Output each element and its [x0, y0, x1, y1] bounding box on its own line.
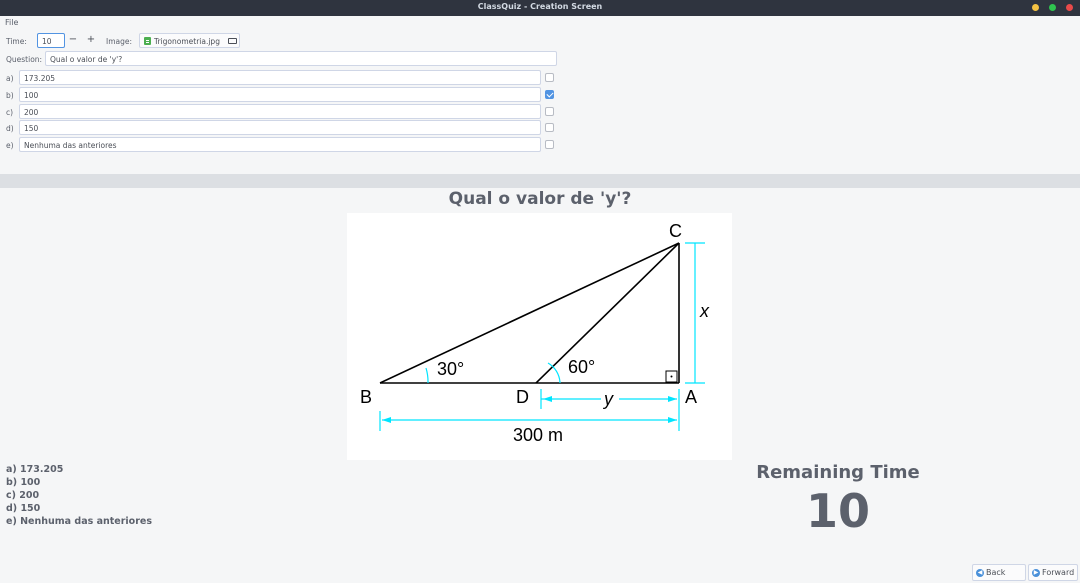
base-arrow-right: [668, 417, 677, 423]
answer-b: b) 100: [6, 477, 41, 488]
option-b-letter: b): [6, 91, 14, 100]
forward-button-label: Forward: [1042, 568, 1075, 577]
close-button[interactable]: [1066, 4, 1073, 11]
question-input[interactable]: Qual o valor de 'y'?: [45, 51, 557, 66]
vertex-b-label: B: [360, 387, 372, 407]
remaining-time-label: Remaining Time: [756, 462, 920, 483]
angle-b-label: 30°: [437, 359, 464, 379]
forward-button[interactable]: ▶ Forward: [1028, 564, 1078, 581]
answer-d: d) 150: [6, 503, 41, 514]
side-x-label: x: [699, 301, 710, 321]
option-b-checkbox[interactable]: [545, 90, 554, 99]
option-a-letter: a): [6, 74, 14, 83]
side-dc: [535, 242, 680, 384]
option-c-checkbox[interactable]: [545, 107, 554, 116]
preview-question-title: Qual o valor de 'y'?: [448, 189, 632, 209]
angle-d-label: 60°: [568, 357, 595, 377]
back-arrow-icon: ◀: [976, 569, 984, 577]
option-a-checkbox[interactable]: [545, 73, 554, 82]
window-title: ClassQuiz - Creation Screen: [477, 2, 603, 11]
forward-arrow-icon: ▶: [1032, 569, 1040, 577]
answers-list: a) 173.205 b) 100 c) 200 d) 150 e) Nenhu…: [6, 463, 152, 528]
remaining-time-value: 10: [805, 484, 870, 538]
trigonometry-diagram: C B D A 30° 60° x y 300 m: [360, 221, 710, 445]
option-c-input[interactable]: 200: [19, 104, 541, 119]
image-label: Image:: [106, 37, 133, 46]
image-file-icon: [144, 37, 151, 45]
time-increment-button[interactable]: +: [84, 33, 98, 48]
right-angle-dot: [670, 375, 673, 378]
question-label: Question:: [6, 55, 43, 64]
folder-open-icon: [228, 38, 237, 44]
base-length-label: 300 m: [513, 425, 563, 445]
option-d-letter: d): [6, 124, 14, 133]
vertex-d-label: D: [516, 387, 529, 407]
answer-e: e) Nenhuma das anteriores: [6, 516, 152, 527]
option-e-checkbox[interactable]: [545, 140, 554, 149]
y-arrow-left: [543, 396, 552, 402]
option-e-letter: e): [6, 141, 14, 150]
option-d-checkbox[interactable]: [545, 123, 554, 132]
menu-bar: File: [0, 16, 1080, 30]
minimize-button[interactable]: [1032, 4, 1039, 11]
side-bc: [379, 242, 680, 384]
time-label: Time:: [6, 37, 27, 46]
image-file-name: Trigonometria.jpg: [154, 37, 220, 46]
vertex-c-label: C: [669, 221, 682, 241]
panel-splitter[interactable]: [0, 174, 1080, 188]
back-button-label: Back: [986, 568, 1006, 577]
time-decrement-button[interactable]: −: [66, 33, 80, 48]
option-a-input[interactable]: 173.205: [19, 70, 541, 85]
answer-a: a) 173.205: [6, 464, 64, 475]
option-c-letter: c): [6, 108, 14, 117]
y-arrow-right: [668, 396, 677, 402]
option-e-input[interactable]: Nenhuma das anteriores: [19, 137, 541, 152]
title-bar: ClassQuiz - Creation Screen: [0, 0, 1080, 16]
angle-b-arc: [425, 367, 429, 384]
image-file-chooser[interactable]: Trigonometria.jpg: [139, 33, 240, 48]
side-y-label: y: [602, 389, 614, 409]
answer-c: c) 200: [6, 490, 40, 501]
base-arrow-left: [382, 417, 391, 423]
option-b-input[interactable]: 100: [19, 87, 541, 102]
option-d-input[interactable]: 150: [19, 120, 541, 135]
back-button[interactable]: ◀ Back: [972, 564, 1026, 581]
question-image: C B D A 30° 60° x y 300 m: [347, 213, 732, 460]
maximize-button[interactable]: [1049, 4, 1056, 11]
vertex-a-label: A: [685, 387, 697, 407]
menu-file[interactable]: File: [5, 18, 18, 27]
time-input[interactable]: 10: [37, 33, 65, 48]
